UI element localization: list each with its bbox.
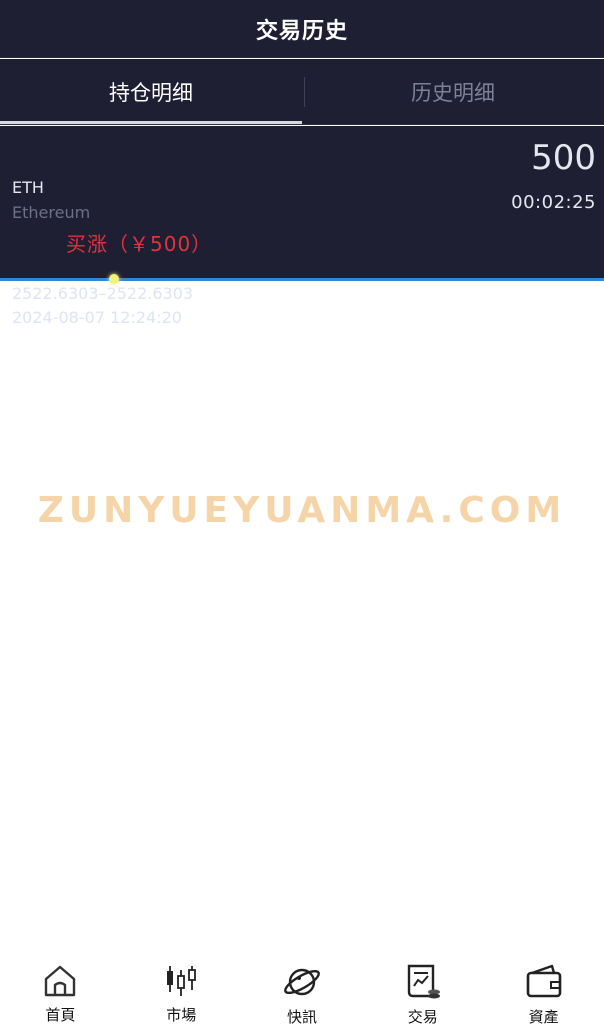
planet-icon — [282, 962, 322, 1002]
tab-bar: 持仓明细 历史明细 — [0, 59, 604, 125]
nav-trade[interactable]: 交易 — [362, 956, 483, 1024]
nav-news[interactable]: 快訊 — [242, 956, 363, 1024]
progress-dot — [109, 274, 119, 284]
countdown-timer: 00:02:25 — [511, 192, 596, 213]
nav-market[interactable]: 市場 — [121, 956, 242, 1024]
page-title: 交易历史 — [255, 18, 348, 44]
bottom-nav: 首頁 市場 快訊 交易 資產 — [0, 956, 604, 1024]
nav-home[interactable]: 首頁 — [0, 956, 121, 1024]
top-bar: 交易历史 — [0, 0, 604, 58]
progress-line — [0, 278, 604, 281]
tab-positions[interactable]: 持仓明细 — [0, 59, 302, 124]
tab-history[interactable]: 历史明细 — [302, 59, 604, 124]
wallet-icon — [524, 962, 564, 1002]
nav-home-label: 首頁 — [45, 1006, 76, 1024]
order-time: 2024-08-07 12:24:20 — [12, 308, 182, 327]
position-name: Ethereum — [12, 203, 91, 222]
candlestick-icon — [161, 962, 201, 1000]
position-amount: 500 — [531, 138, 596, 178]
nav-market-label: 市場 — [166, 1006, 197, 1024]
nav-trade-label: 交易 — [407, 1008, 438, 1024]
order-direction: 买涨（￥500） — [66, 232, 213, 256]
watermark: ZUNYUEYUANMA.COM — [37, 490, 567, 531]
nav-assets[interactable]: 資產 — [483, 956, 604, 1024]
trade-document-icon — [403, 962, 443, 1002]
nav-news-label: 快訊 — [286, 1008, 317, 1024]
position-symbol: ETH — [12, 178, 44, 197]
position-card[interactable]: ETH Ethereum 买涨（￥500） 500 00:02:25 — [0, 126, 604, 279]
tab-divider — [304, 77, 305, 107]
price-range: 2522.6303–2522.6303 — [12, 284, 194, 303]
nav-assets-label: 資產 — [528, 1008, 559, 1024]
home-icon — [40, 962, 80, 1000]
